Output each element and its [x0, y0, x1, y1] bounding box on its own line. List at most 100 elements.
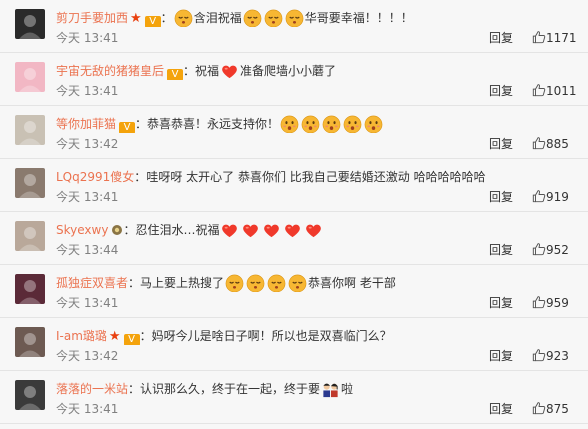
- thumbs-up-icon: [532, 84, 546, 98]
- thumbs-up-icon: [532, 349, 546, 363]
- username-link[interactable]: 剪刀手要加西: [56, 11, 128, 25]
- reply-button[interactable]: 回复: [489, 401, 513, 417]
- comment-list: 剪刀手要加西 ★ V：含泪祝福 华哥要幸福！！！！ 今天 13:41 回复 1171 宇宙无敌…: [0, 0, 588, 424]
- avatar[interactable]: [15, 9, 45, 39]
- comment-body: 孤独症双喜者：马上要上热搜了 恭喜你啊 老干部: [56, 274, 576, 292]
- kissing-face-emoji-icon: [363, 115, 384, 133]
- avatar[interactable]: [15, 168, 45, 198]
- star-badge-icon: ★: [130, 11, 142, 26]
- comment-item: 孤独症双喜者：马上要上热搜了 恭喜你啊 老干部今天 13:41 回复 959: [0, 265, 588, 318]
- reply-button[interactable]: 回复: [489, 83, 513, 99]
- heart-emoji-icon: [261, 223, 282, 238]
- thumbs-up-icon: [532, 31, 546, 45]
- heart-emoji-icon: [282, 223, 303, 238]
- separator: ：: [160, 11, 173, 25]
- username-link[interactable]: 孤独症双喜者: [56, 276, 128, 290]
- star-badge-icon: ★: [108, 329, 121, 344]
- avatar[interactable]: [15, 62, 45, 92]
- like-button[interactable]: 875: [532, 400, 582, 418]
- comment-time: 今天 13:41: [56, 296, 119, 310]
- like-button[interactable]: 952: [532, 241, 582, 259]
- like-button[interactable]: 1171: [532, 29, 582, 47]
- separator: ：: [128, 276, 141, 290]
- comment-body: 等你加菲猫 V ：恭喜恭喜！永远支持你！: [56, 115, 576, 133]
- separator: ：: [183, 64, 196, 78]
- username-link[interactable]: 宇宙无敌的猪猪皇后: [56, 64, 164, 78]
- comment-item: LQq2991傻女：哇呀呀 太开心了 恭喜你们 比我自己要结婚还激动 哈哈哈哈哈…: [0, 159, 588, 212]
- heart-emoji-icon: [240, 223, 261, 238]
- comment-text: 忍住泪水…祝福: [135, 223, 220, 237]
- like-count: 919: [546, 190, 569, 204]
- kissing-face-emoji-icon: [342, 115, 363, 133]
- like-button[interactable]: 885: [532, 135, 582, 153]
- heart-emoji-icon: [303, 223, 324, 238]
- comment-body: LQq2991傻女：哇呀呀 太开心了 恭喜你们 比我自己要结婚还激动 哈哈哈哈哈…: [56, 168, 576, 186]
- reply-button[interactable]: 回复: [489, 30, 513, 46]
- like-count: 885: [546, 137, 569, 151]
- like-count: 1171: [546, 31, 577, 45]
- separator: ：: [135, 117, 148, 131]
- comment-text: 认识那么久，终于在一起，终于要: [140, 382, 321, 396]
- comment-item: I-am璐璐 ★ V ：妈呀今儿是啥日子啊！所以也是双喜临门么？ 今天 13:42 回复 9…: [0, 318, 588, 371]
- kissing-face-emoji-icon: [300, 115, 321, 133]
- reply-button[interactable]: 回复: [489, 136, 513, 152]
- comment-time: 今天 13:41: [56, 31, 119, 45]
- couple-emoji-icon: [320, 382, 341, 398]
- vip-badge-icon: V: [144, 16, 161, 27]
- separator: ：: [123, 223, 136, 237]
- comment-text: 恭喜你啊 老干部: [308, 276, 396, 290]
- comment-text: 啦: [341, 382, 354, 396]
- username-link[interactable]: Skyexwy: [56, 223, 108, 237]
- relieved-face-emoji-icon: [266, 274, 287, 292]
- separator: ：: [134, 170, 147, 184]
- avatar[interactable]: [15, 327, 45, 357]
- vip-badge-icon: V: [167, 69, 184, 80]
- reply-button[interactable]: 回复: [489, 348, 513, 364]
- reply-button[interactable]: 回复: [489, 189, 513, 205]
- comment-time: 今天 13:41: [56, 84, 119, 98]
- heart-emoji-icon: [219, 64, 240, 79]
- thumbs-up-icon: [532, 296, 546, 310]
- separator: ：: [139, 329, 152, 343]
- thumbs-up-icon: [532, 190, 546, 204]
- like-button[interactable]: 923: [532, 347, 582, 365]
- comment-text: 恭喜恭喜！永远支持你！: [147, 117, 280, 131]
- comment-text: 华哥要幸福！！！！: [304, 11, 413, 25]
- like-count: 923: [546, 349, 569, 363]
- reply-button[interactable]: 回复: [489, 242, 513, 258]
- username-link[interactable]: 落落的一米站: [56, 382, 128, 396]
- medal-badge-icon: [111, 223, 123, 239]
- kissing-face-emoji-icon: [321, 115, 342, 133]
- username-link[interactable]: 等你加菲猫: [56, 117, 116, 131]
- reply-button[interactable]: 回复: [489, 295, 513, 311]
- like-button[interactable]: 919: [532, 188, 582, 206]
- comment-time: 今天 13:41: [56, 402, 119, 416]
- thumbs-up-icon: [532, 137, 546, 151]
- avatar[interactable]: [15, 221, 45, 251]
- comment-item: 剪刀手要加西 ★ V： 含泪祝福 华哥要幸福！！！！ 今天 13:41 回复 1171: [0, 0, 588, 53]
- comment-text: 准备爬墙小小蘑了: [240, 64, 337, 78]
- like-count: 959: [546, 296, 569, 310]
- thumbs-up-icon: [532, 402, 546, 416]
- comment-time: 今天 13:44: [56, 243, 119, 257]
- comment-text: 祝福: [195, 64, 220, 78]
- relieved-face-emoji-icon: [263, 9, 284, 27]
- avatar[interactable]: [15, 274, 45, 304]
- comment-body: Skyexwy ：忍住泪水…祝福: [56, 221, 576, 239]
- username-link[interactable]: I-am璐璐: [56, 329, 107, 343]
- relieved-face-emoji-icon: [284, 9, 305, 27]
- comment-body: 宇宙无敌的猪猪皇后 V ：祝福 准备爬墙小小蘑了: [56, 62, 576, 80]
- username-link[interactable]: LQq2991傻女: [56, 170, 134, 184]
- avatar[interactable]: [15, 115, 45, 145]
- like-button[interactable]: 1011: [532, 82, 582, 100]
- vip-badge-icon: V: [119, 122, 136, 133]
- like-button[interactable]: 959: [532, 294, 582, 312]
- comment-text: 妈呀今儿是啥日子啊！所以也是双喜临门么？: [151, 329, 392, 343]
- avatar[interactable]: [15, 380, 45, 410]
- relieved-face-emoji-icon: [173, 9, 194, 27]
- comment-item: 等你加菲猫 V ：恭喜恭喜！永远支持你！ 今天 13:42 回复 885: [0, 106, 588, 159]
- relieved-face-emoji-icon: [224, 274, 245, 292]
- relieved-face-emoji-icon: [242, 9, 263, 27]
- comment-item: 落落的一米站：认识那么久，终于在一起，终于要 啦今天 13:41 回复 875: [0, 371, 588, 424]
- thumbs-up-icon: [532, 243, 546, 257]
